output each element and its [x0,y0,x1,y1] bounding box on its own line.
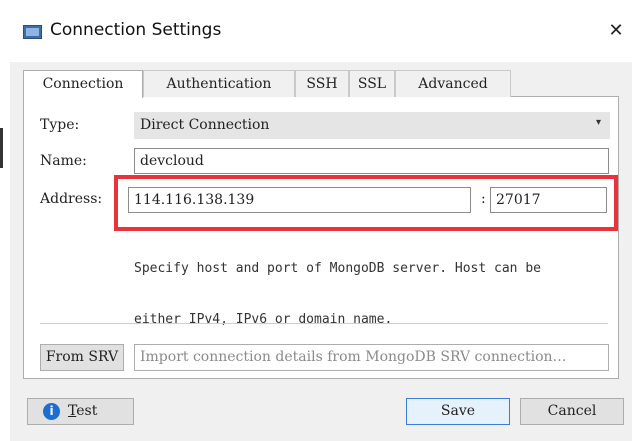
tab-connection[interactable]: Connection [23,70,143,98]
name-label: Name: [40,153,87,169]
test-button[interactable]: i Test [27,398,134,425]
title-bar: Connection Settings ✕ [10,0,632,62]
type-select[interactable]: Direct Connection ▾ [134,112,610,139]
type-select-value: Direct Connection [140,117,270,133]
type-label: Type: [40,117,80,133]
save-button[interactable]: Save [406,398,510,425]
name-input[interactable]: devcloud [134,148,609,174]
info-icon: i [43,403,60,420]
address-highlight-box [114,175,618,231]
tab-ssl[interactable]: SSL [349,70,395,97]
address-hint: Specify host and port of MongoDB server.… [134,226,604,345]
section-divider [40,323,608,324]
test-button-label-rest: est [76,403,98,419]
background-mark [0,128,3,168]
window-icon [23,25,42,39]
tab-ssh[interactable]: SSH [295,70,349,97]
dialog-title: Connection Settings [50,20,222,40]
address-label: Address: [40,191,103,207]
tab-authentication[interactable]: Authentication [143,70,295,97]
tab-advanced[interactable]: Advanced [395,70,511,97]
name-input-value: devcloud [140,153,204,169]
address-hint-line: either IPv4, IPv6 or domain name. [134,312,393,327]
srv-connection-input[interactable]: Import connection details from MongoDB S… [134,344,609,371]
cancel-button[interactable]: Cancel [520,398,624,425]
from-srv-button[interactable]: From SRV [40,344,124,371]
srv-connection-placeholder: Import connection details from MongoDB S… [140,349,567,365]
address-hint-line: Specify host and port of MongoDB server.… [134,261,541,276]
chevron-down-icon: ▾ [595,117,601,128]
close-icon[interactable]: ✕ [604,19,628,43]
test-button-label: Test [68,399,97,424]
background-edge [0,0,10,441]
